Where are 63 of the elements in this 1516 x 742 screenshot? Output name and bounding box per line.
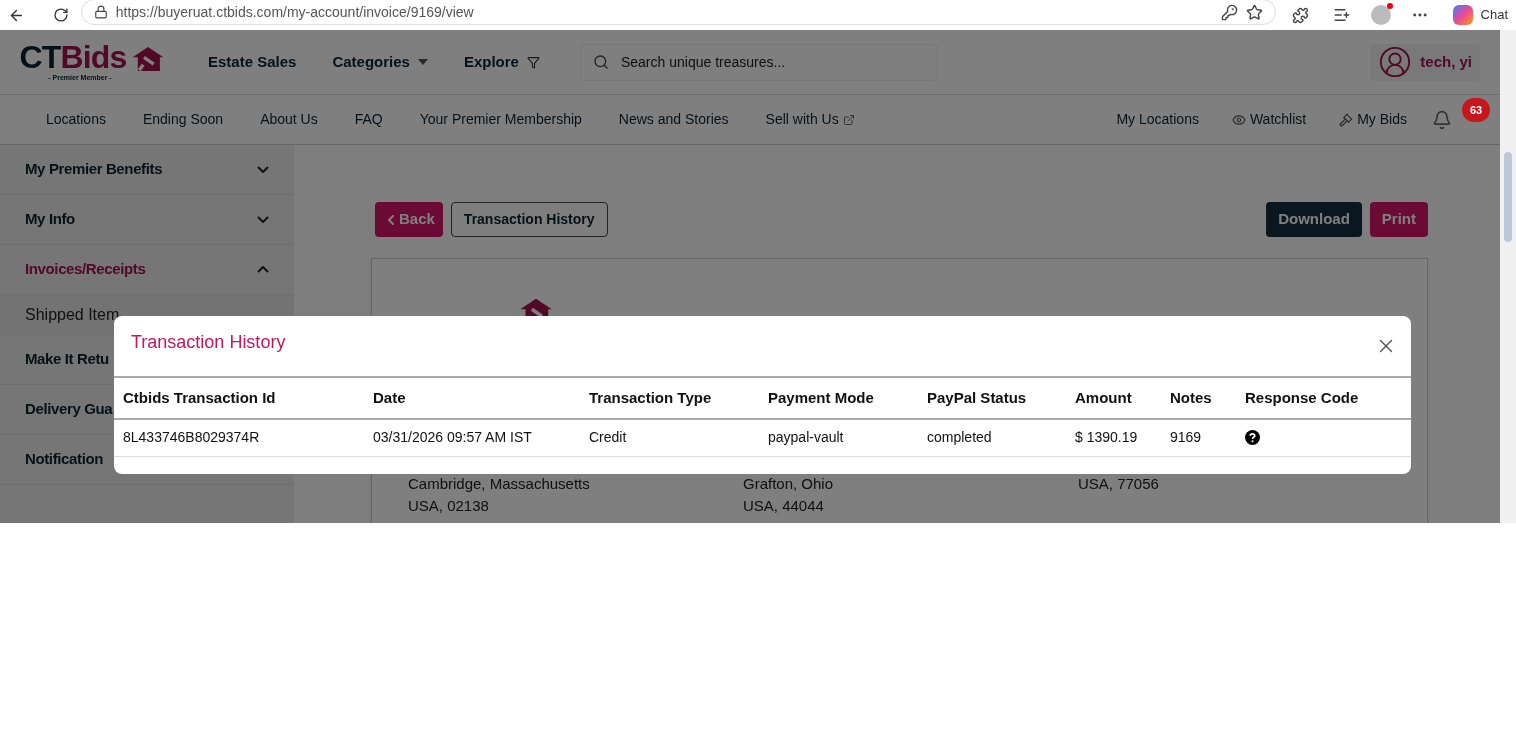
sub-nav-link[interactable]: Sell with Us [765,109,855,130]
filter-icon [526,55,540,69]
copilot-icon [1452,5,1473,25]
url-text: https://buyeruat.ctbids.com/my-account/invoice/9169/view [115,2,474,22]
scrollbar[interactable] [1500,30,1516,523]
search-field[interactable]: Search unique treasures... [579,43,938,81]
favorites-icon[interactable] [1333,6,1351,24]
chevron-down-icon [257,216,269,223]
download-button[interactable]: Download [1266,202,1362,237]
user-menu-button[interactable]: tech, yi [1370,43,1480,81]
back-button[interactable]: Back [375,202,443,237]
reload-icon[interactable] [52,7,69,23]
transaction-history-button[interactable]: Transaction History [450,202,608,237]
address-line: USA, 02138 [408,496,490,516]
chat-button[interactable]: Chat [1452,5,1508,25]
column-header: Ctbids Transaction Id [114,378,373,419]
chevron-down-icon [257,166,269,173]
address-line: USA, 77056 [1078,474,1160,494]
gavel-icon [1339,112,1354,127]
sub-nav-link[interactable]: News and Stories [618,109,729,130]
table-cell: Credit [589,419,768,456]
question-icon [1245,430,1260,446]
lock-icon [93,5,108,19]
address-line: USA, 44044 [743,496,825,516]
sub-nav-link[interactable]: My Locations [1116,109,1199,130]
print-button[interactable]: Print [1369,202,1428,237]
search-field[interactable]: Search unique treasures... [620,51,925,73]
column-header: Transaction Type [589,378,768,419]
column-header: Payment Mode [768,378,927,419]
column-header: Notes [1170,378,1245,419]
table-cell: $ 1390.19 [1075,419,1170,456]
sub-nav-link[interactable]: FAQ [354,109,383,130]
sub-nav-link[interactable]: Watchlist [1231,109,1307,130]
bell-icon[interactable] [1432,109,1452,130]
sub-nav-link[interactable]: About Us [260,109,318,130]
search-icon [592,54,609,70]
star-icon[interactable] [1246,3,1264,21]
sub-nav-link[interactable]: Ending Soon [142,109,224,130]
sub-nav-link[interactable]: Locations [46,109,106,130]
chevron-up-icon [257,266,269,273]
table-cell: completed [927,419,1075,456]
nav-link[interactable]: Categories [332,50,428,74]
address-line: Grafton, Ohio [743,474,835,494]
table-cell: paypal-vault [768,419,927,456]
table-cell: 9169 [1170,419,1245,456]
extensions-icon[interactable] [1292,6,1309,24]
eye-icon [1231,112,1246,127]
column-header: Date [373,378,589,419]
address-line: Cambridge, Massachusetts [408,474,591,494]
table-cell: 03/31/2026 09:57 AM IST [373,419,589,456]
sub-nav-link[interactable]: Your Premier Membership [419,109,582,130]
column-header: Amount [1075,378,1170,419]
external-link-icon [842,113,855,126]
caret-icon [417,59,428,65]
nav-link[interactable]: Explore [463,50,540,74]
table-cell: 8L433746B8029374R [114,419,373,456]
profile-icon[interactable] [1370,5,1391,25]
column-header: PayPal Status [927,378,1075,419]
nav-link[interactable]: Estate Sales [208,50,297,74]
user-icon [1378,45,1413,79]
sub-nav-link[interactable]: My Bids [1339,109,1407,130]
key-icon[interactable] [1221,3,1239,21]
column-header: Response Code [1245,378,1411,419]
